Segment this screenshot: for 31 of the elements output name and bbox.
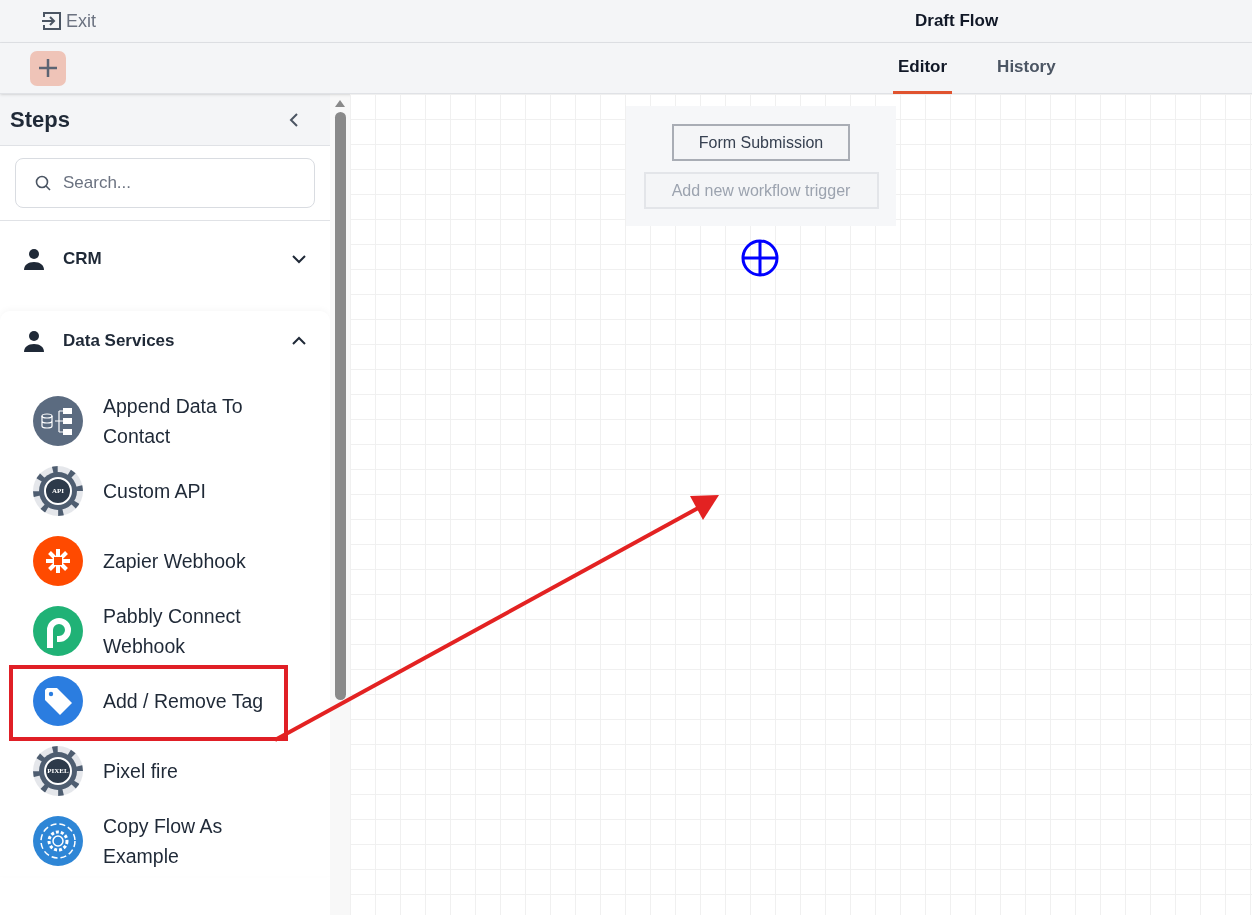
search-field[interactable]: Search... (15, 158, 315, 208)
step-item[interactable]: Copy Flow As Example (0, 806, 330, 876)
add-node-icon[interactable] (741, 239, 779, 277)
sidebar-title: Steps (10, 106, 70, 134)
step-item[interactable]: Append Data To Contact (0, 386, 330, 456)
step-item[interactable]: Zapier Webhook (0, 526, 330, 596)
collapse-icon[interactable] (288, 111, 300, 128)
plus-icon (37, 57, 59, 79)
scrollbar-thumb[interactable] (334, 112, 346, 700)
letter-p-icon (33, 606, 83, 656)
person-icon (23, 330, 45, 352)
gear-cycle-icon (33, 816, 83, 866)
asterisk-icon (33, 536, 83, 586)
exit-button[interactable]: Exit (40, 7, 96, 35)
trigger-button[interactable]: Form Submission (672, 124, 850, 161)
person-icon (23, 248, 45, 270)
scroll-up-icon[interactable] (334, 98, 346, 108)
step-item[interactable]: Add / Remove Tag (0, 666, 330, 736)
step-item[interactable]: Pabbly Connect Webhook (0, 596, 330, 666)
tab[interactable]: History (992, 43, 1061, 94)
exit-icon (40, 9, 64, 33)
chevron-down-icon (291, 254, 307, 264)
tag-icon (33, 676, 83, 726)
category-header[interactable]: Data Services (0, 311, 330, 371)
chevron-up-icon (291, 336, 307, 346)
category-header[interactable]: CRM (0, 229, 330, 289)
flow-title: Draft Flow (915, 10, 999, 32)
flow-canvas[interactable]: Form Submission Add new workflow trigger (350, 94, 1252, 915)
search-icon (35, 175, 51, 191)
add-button[interactable] (30, 50, 66, 86)
database-checklist-icon (33, 396, 83, 446)
